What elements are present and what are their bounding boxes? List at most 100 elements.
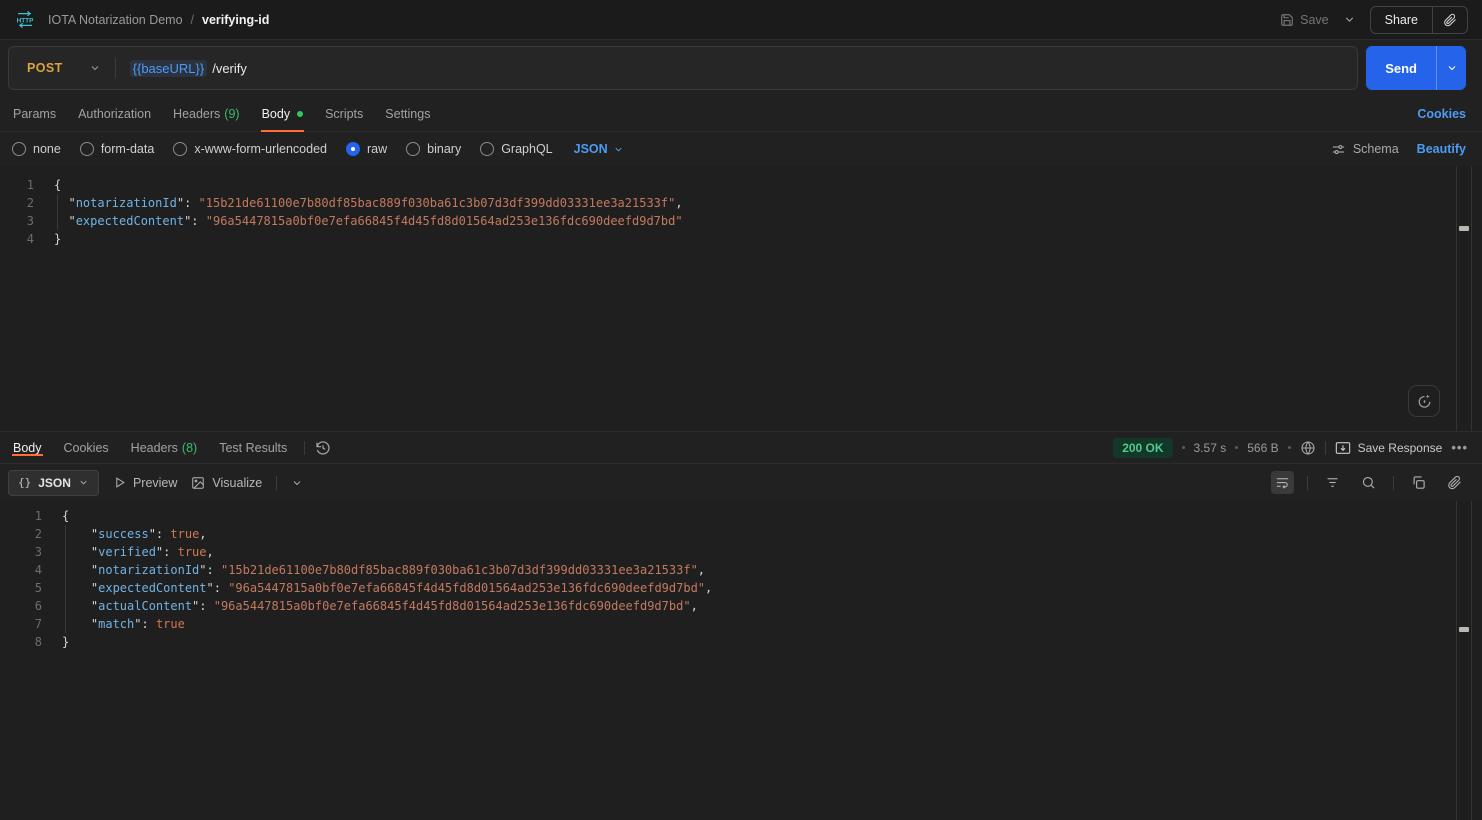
visualize-button[interactable]: Visualize bbox=[191, 476, 262, 490]
status-badge[interactable]: 200 OK bbox=[1113, 438, 1172, 458]
line-number: 6 bbox=[0, 597, 42, 615]
response-tab-test-results[interactable]: Test Results bbox=[209, 441, 297, 455]
code-line-3[interactable]: 3 "verified": true, bbox=[0, 543, 1482, 561]
line-number: 3 bbox=[0, 543, 42, 561]
body-mode-binary[interactable]: binary bbox=[406, 142, 461, 156]
line-number: 2 bbox=[0, 194, 34, 212]
request-history-icon[interactable] bbox=[315, 440, 331, 456]
response-toolbar: {} JSON Preview Visualize bbox=[0, 464, 1482, 501]
request-url-box: POST {{baseURL}} /verify bbox=[8, 46, 1358, 90]
scrollbar-handle[interactable] bbox=[1459, 627, 1469, 632]
play-icon bbox=[113, 476, 126, 489]
response-body-editor[interactable]: 1{2 "success": true,3 "verified": true,4… bbox=[0, 501, 1482, 820]
response-editor-scrollbar[interactable] bbox=[1456, 501, 1472, 820]
request-tab-headers[interactable]: Headers(9) bbox=[163, 96, 250, 131]
toolbar-divider bbox=[1307, 476, 1308, 490]
code-line-2[interactable]: 2 "success": true, bbox=[0, 525, 1482, 543]
request-editor-scrollbar[interactable] bbox=[1456, 166, 1472, 431]
copy-link-button[interactable] bbox=[1433, 7, 1467, 33]
schema-label: Schema bbox=[1353, 142, 1399, 156]
method-label: POST bbox=[27, 61, 63, 75]
line-number: 8 bbox=[0, 633, 42, 651]
radio-icon bbox=[406, 142, 420, 156]
more-options-button[interactable]: ••• bbox=[1451, 440, 1468, 455]
send-button[interactable]: Send bbox=[1366, 46, 1436, 90]
response-format-selector[interactable]: {} JSON bbox=[8, 470, 99, 496]
code-line-7[interactable]: 7 "match": true bbox=[0, 615, 1482, 633]
response-header: BodyCookiesHeaders(8)Test Results 200 OK… bbox=[0, 432, 1482, 464]
radio-icon bbox=[80, 142, 94, 156]
body-mode-none[interactable]: none bbox=[12, 142, 61, 156]
response-tab-headers[interactable]: Headers(8) bbox=[121, 441, 208, 455]
code-line-1[interactable]: 1{ bbox=[0, 176, 1482, 194]
response-tab-body[interactable]: Body bbox=[3, 441, 52, 455]
visualize-options-chevron[interactable] bbox=[291, 477, 303, 489]
language-selector[interactable]: JSON bbox=[574, 142, 624, 156]
meta-divider bbox=[1325, 441, 1326, 455]
breadcrumb: IOTA Notarization Demo / verifying-id bbox=[48, 13, 269, 27]
save-options-chevron-button[interactable] bbox=[1343, 13, 1356, 26]
code-line-2[interactable]: 2 "notarizationId": "15b21de61100e7b80df… bbox=[0, 194, 1482, 212]
save-button[interactable]: Save bbox=[1280, 13, 1329, 27]
wrap-text-button[interactable] bbox=[1271, 471, 1294, 494]
request-body-editor[interactable]: 1{2 "notarizationId": "15b21de61100e7b80… bbox=[0, 166, 1482, 432]
code-line-6[interactable]: 6 "actualContent": "96a5447815a0bf0e7efa… bbox=[0, 597, 1482, 615]
request-tab-authorization[interactable]: Authorization bbox=[68, 96, 161, 131]
url-input[interactable]: {{baseURL}} /verify bbox=[130, 60, 247, 77]
line-number: 2 bbox=[0, 525, 42, 543]
request-tab-settings[interactable]: Settings bbox=[375, 96, 440, 131]
response-tabs-divider bbox=[304, 441, 305, 455]
beautify-button[interactable]: Beautify bbox=[1417, 142, 1466, 156]
postbot-ai-button[interactable] bbox=[1408, 385, 1440, 417]
breadcrumb-workspace[interactable]: IOTA Notarization Demo bbox=[48, 13, 183, 27]
url-divider bbox=[115, 58, 116, 78]
network-globe-icon[interactable] bbox=[1300, 440, 1316, 456]
line-number: 5 bbox=[0, 579, 42, 597]
cookies-link[interactable]: Cookies bbox=[1417, 96, 1466, 131]
save-response-label: Save Response bbox=[1358, 441, 1443, 455]
scrollbar-handle[interactable] bbox=[1459, 226, 1469, 231]
response-tab-cookies[interactable]: Cookies bbox=[54, 441, 119, 455]
copy-icon[interactable] bbox=[1407, 471, 1430, 494]
url-variable-chip[interactable]: {{baseURL}} bbox=[130, 60, 208, 77]
top-bar: HTTP IOTA Notarization Demo / verifying-… bbox=[0, 0, 1482, 40]
url-path: /verify bbox=[212, 61, 247, 76]
filter-icon[interactable] bbox=[1321, 471, 1344, 494]
body-mode-form-data[interactable]: form-data bbox=[80, 142, 155, 156]
line-number: 1 bbox=[0, 176, 34, 194]
link-icon[interactable] bbox=[1443, 471, 1466, 494]
code-line-8[interactable]: 8} bbox=[0, 633, 1482, 651]
request-tab-params[interactable]: Params bbox=[3, 96, 66, 131]
schema-button[interactable]: Schema bbox=[1331, 142, 1399, 157]
save-response-button[interactable]: Save Response bbox=[1335, 441, 1443, 455]
radio-icon bbox=[480, 142, 494, 156]
code-line-4[interactable]: 4} bbox=[0, 230, 1482, 248]
code-line-1[interactable]: 1{ bbox=[0, 507, 1482, 525]
request-url-row: POST {{baseURL}} /verify Send bbox=[0, 40, 1482, 96]
request-tab-scripts[interactable]: Scripts bbox=[315, 96, 373, 131]
search-icon[interactable] bbox=[1357, 471, 1380, 494]
code-line-4[interactable]: 4 "notarizationId": "15b21de61100e7b80df… bbox=[0, 561, 1482, 579]
method-selector[interactable]: POST bbox=[9, 61, 115, 75]
preview-button[interactable]: Preview bbox=[113, 476, 177, 490]
save-response-icon bbox=[1335, 441, 1351, 455]
code-line-5[interactable]: 5 "expectedContent": "96a5447815a0bf0e7e… bbox=[0, 579, 1482, 597]
preview-label: Preview bbox=[133, 476, 177, 490]
share-button[interactable]: Share bbox=[1371, 7, 1432, 33]
response-time[interactable]: 3.57 s bbox=[1194, 441, 1227, 455]
response-size[interactable]: 566 B bbox=[1247, 441, 1278, 455]
code-line-3[interactable]: 3 "expectedContent": "96a5447815a0bf0e7e… bbox=[0, 212, 1482, 230]
send-options-chevron-button[interactable] bbox=[1436, 46, 1466, 90]
body-mode-raw[interactable]: raw bbox=[346, 142, 387, 156]
svg-text:HTTP: HTTP bbox=[17, 18, 34, 25]
toolbar-divider bbox=[276, 476, 277, 490]
visualize-label: Visualize bbox=[212, 476, 262, 490]
save-icon bbox=[1280, 13, 1294, 27]
body-mode-x-www-form-urlencoded[interactable]: x-www-form-urlencoded bbox=[173, 142, 327, 156]
breadcrumb-request-name[interactable]: verifying-id bbox=[202, 13, 269, 27]
line-number: 4 bbox=[0, 561, 42, 579]
braces-icon: {} bbox=[18, 476, 31, 489]
body-mode-graphql[interactable]: GraphQL bbox=[480, 142, 552, 156]
language-label: JSON bbox=[574, 142, 608, 156]
request-tab-body[interactable]: Body bbox=[252, 96, 314, 131]
